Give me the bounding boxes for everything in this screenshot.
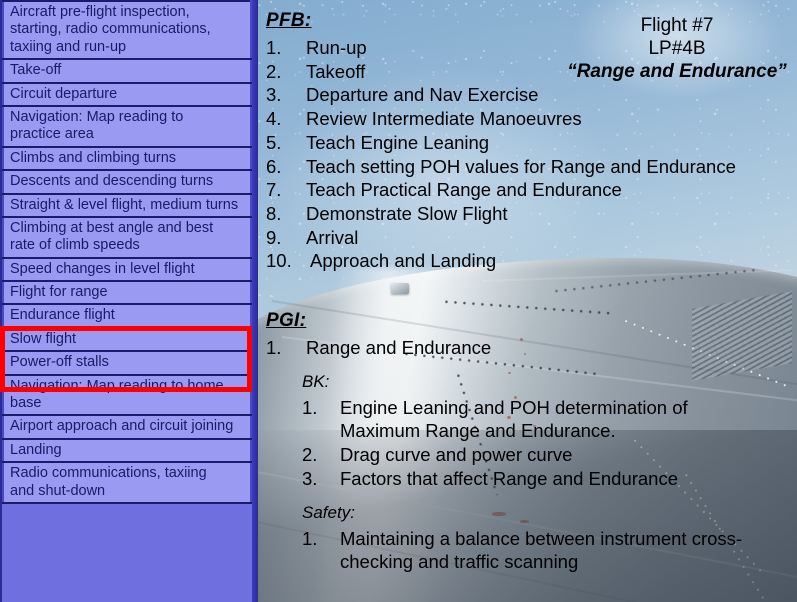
lesson-sequence-table: Aircraft pre-flight inspection, starting…	[2, 0, 252, 504]
list-item: 8. Demonstrate Slow Flight	[266, 202, 796, 225]
lesson-row-navigation-home-base[interactable]: Navigation: Map reading to home base	[2, 373, 252, 417]
table-row[interactable]: Climbing at best angle and best rate of …	[2, 215, 252, 259]
list-item-text: Takeoff	[306, 60, 366, 82]
list-item: 3. Departure and Nav Exercise	[266, 83, 796, 106]
table-row[interactable]: Landing	[2, 437, 252, 464]
lesson-row-flight-for-range[interactable]: Flight for range	[2, 280, 252, 306]
lesson-row-circuit-departure[interactable]: Circuit departure	[2, 81, 252, 107]
lesson-row-navigation-practice-area[interactable]: Navigation: Map reading to practice area	[2, 104, 252, 148]
list-item: 10. Approach and Landing	[266, 249, 796, 272]
pfb-heading: PFB:	[266, 10, 312, 31]
list-item-text: Departure and Nav Exercise	[306, 84, 539, 106]
table-right-edge	[252, 0, 258, 602]
list-item-text: Teach setting POH values for Range and E…	[306, 155, 736, 177]
list-item: 4. Review Intermediate Manoeuvres	[266, 107, 796, 130]
list-item: 3. Factors that affect Range and Enduranc…	[302, 467, 796, 490]
list-item-text: Drag curve and power curve	[340, 444, 573, 466]
table-row[interactable]: Climbs and climbing turns	[2, 145, 252, 172]
list-item-text: Run-up	[306, 37, 367, 58]
pgi-bk-group: BK: 1. Engine Leaning and POH determinati…	[302, 372, 796, 490]
table-row[interactable]: Take-off	[2, 58, 252, 84]
lesson-row-radio-shutdown[interactable]: Radio communications, taxiing and shut-d…	[2, 461, 252, 504]
slide-canvas: Flight #7 LP#4B “Range and Endurance” PF…	[0, 0, 797, 602]
pgi-list: 1. Range and Endurance	[266, 336, 796, 359]
lesson-row-endurance-flight[interactable]: Endurance flight	[2, 303, 252, 329]
list-item-text: Review Intermediate Manoeuvres	[306, 108, 582, 130]
table-row[interactable]: Power-off stalls	[2, 350, 252, 376]
lesson-row-takeoff[interactable]: Take-off	[2, 58, 252, 84]
list-item-text: Teach Engine Leaning	[306, 131, 490, 153]
list-item: 2. Takeoff	[266, 60, 796, 83]
list-item-text: Arrival	[306, 226, 359, 248]
list-item: 1. Run-up	[266, 36, 796, 59]
pgi-heading: PGI:	[266, 310, 307, 331]
list-item: 2. Drag curve and power curve	[302, 443, 796, 466]
list-item: 1. Range and Endurance	[266, 336, 796, 359]
list-item: 1. Engine Leaning and POH determination o…	[302, 396, 796, 442]
lesson-row-power-off-stalls[interactable]: Power-off stalls	[2, 350, 252, 376]
table-row[interactable]: Endurance flight	[2, 303, 252, 329]
list-item-text: Factors that affect Range and Endurance	[340, 467, 679, 489]
slide-content: Flight #7 LP#4B “Range and Endurance” PF…	[258, 0, 797, 602]
safety-label: Safety:	[302, 503, 355, 523]
table-row[interactable]: Airport approach and circuit joining	[2, 414, 252, 440]
pfb-section: PFB: 1. Run-up 2. Takeoff 3. Departure and …	[266, 10, 796, 273]
table-row[interactable]: Slow flight	[2, 326, 252, 353]
list-item-number: 2.	[266, 60, 282, 82]
list-item-number: 3.	[266, 84, 282, 106]
list-item-number: 4.	[266, 108, 282, 130]
list-item-number: 5.	[266, 131, 282, 153]
lesson-row-speed-changes[interactable]: Speed changes in level flight	[2, 256, 252, 283]
table-row[interactable]: Straight & level flight, medium turns	[2, 192, 252, 218]
list-item-text: Demonstrate Slow Flight	[306, 202, 508, 224]
list-item-number: 10.	[266, 250, 292, 272]
lesson-row-airport-approach[interactable]: Airport approach and circuit joining	[2, 414, 252, 440]
table-row[interactable]: Circuit departure	[2, 81, 252, 107]
lesson-row-descents[interactable]: Descents and descending turns	[2, 169, 252, 195]
lesson-sequence-table-panel: Aircraft pre-flight inspection, starting…	[0, 0, 258, 602]
table-row[interactable]: Flight for range	[2, 280, 252, 306]
list-item-number: 1.	[302, 397, 318, 419]
list-item-number: 1.	[266, 37, 282, 58]
pgi-section: PGI: 1. Range and Endurance BK: 1. Engine …	[266, 310, 796, 574]
list-item: 5. Teach Engine Leaning	[266, 131, 796, 154]
list-item: 1. Maintaining a balance between instrume…	[302, 527, 796, 573]
table-row[interactable]: Aircraft pre-flight inspection, starting…	[2, 0, 252, 61]
lesson-row-straight-level[interactable]: Straight & level flight, medium turns	[2, 192, 252, 218]
bk-label: BK:	[302, 372, 330, 392]
table-row[interactable]: Navigation: Map reading to home base	[2, 373, 252, 417]
list-item-number: 9.	[266, 226, 282, 248]
list-item-text: Maintaining a balance between instrument…	[340, 528, 743, 573]
table-row[interactable]: Speed changes in level flight	[2, 256, 252, 283]
list-item-number: 1.	[266, 337, 282, 358]
list-item: 9. Arrival	[266, 226, 796, 249]
list-item-text: Range and Endurance	[306, 337, 492, 358]
pgi-safety-group: Safety: 1. Maintaining a balance between …	[302, 503, 796, 573]
bk-list: 1. Engine Leaning and POH determination o…	[302, 396, 796, 490]
list-item: 6. Teach setting POH values for Range and…	[266, 155, 796, 178]
table-row[interactable]: Descents and descending turns	[2, 169, 252, 195]
lesson-row-preflight[interactable]: Aircraft pre-flight inspection, starting…	[2, 0, 252, 61]
list-item-text: Engine Leaning and POH determination of …	[340, 397, 688, 442]
table-row[interactable]: Radio communications, taxiing and shut-d…	[2, 461, 252, 504]
safety-list: 1. Maintaining a balance between instrume…	[302, 527, 796, 573]
lesson-row-landing[interactable]: Landing	[2, 437, 252, 464]
list-item-number: 3.	[302, 467, 318, 489]
list-item-number: 8.	[266, 202, 282, 224]
list-item-text: Approach and Landing	[310, 250, 497, 272]
list-item-number: 2.	[302, 444, 318, 466]
table-row[interactable]: Navigation: Map reading to practice area	[2, 104, 252, 148]
list-item: 7. Teach Practical Range and Endurance	[266, 178, 796, 201]
lesson-row-climbs[interactable]: Climbs and climbing turns	[2, 145, 252, 172]
list-item-number: 6.	[266, 155, 282, 177]
list-item-number: 1.	[302, 528, 318, 550]
list-item-text: Teach Practical Range and Endurance	[306, 179, 622, 201]
lesson-row-slow-flight[interactable]: Slow flight	[2, 326, 252, 353]
pfb-list: 1. Run-up 2. Takeoff 3. Departure and Nav E…	[266, 36, 796, 273]
list-item-number: 7.	[266, 179, 282, 201]
lesson-row-climbing-speeds[interactable]: Climbing at best angle and best rate of …	[2, 215, 252, 259]
